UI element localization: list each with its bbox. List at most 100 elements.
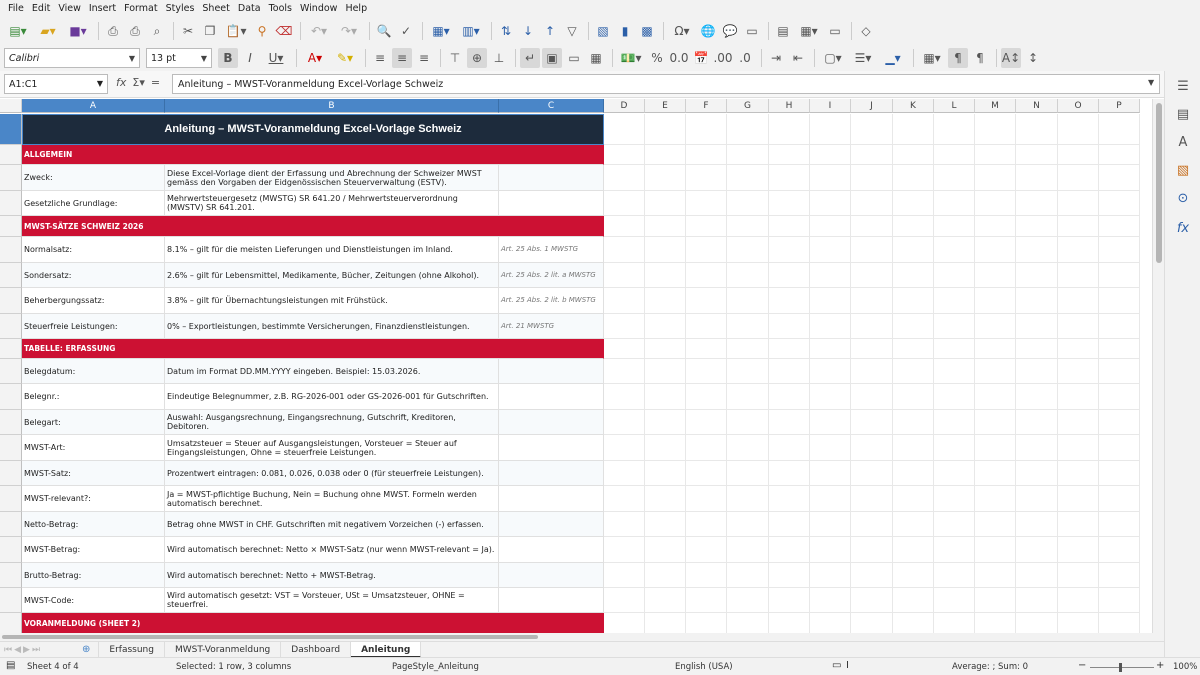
empty-cell[interactable]	[727, 191, 769, 216]
empty-cell[interactable]	[810, 588, 851, 613]
empty-cell[interactable]	[645, 461, 686, 486]
empty-cell[interactable]	[604, 563, 645, 588]
empty-cell[interactable]	[934, 563, 975, 588]
row-header-12[interactable]	[0, 384, 22, 410]
empty-cell[interactable]	[769, 145, 810, 165]
spellcheck-icon[interactable]: ✓	[396, 21, 416, 41]
hamburger-menu-icon[interactable]: ☰	[1174, 79, 1192, 97]
empty-cell[interactable]	[686, 288, 727, 314]
description-cell[interactable]: Ja = MWST-pflichtige Buchung, Nein = Buc…	[165, 486, 499, 512]
description-cell[interactable]: 3.8% – gilt für Übernachtungsleistungen …	[165, 288, 499, 314]
empty-cell[interactable]	[934, 613, 975, 633]
empty-cell[interactable]	[975, 314, 1016, 339]
formula-icon[interactable]: =	[151, 76, 160, 89]
empty-cell[interactable]	[727, 435, 769, 461]
empty-cell[interactable]	[769, 314, 810, 339]
empty-cell[interactable]	[893, 114, 934, 145]
column-header-n[interactable]: N	[1016, 99, 1058, 113]
redo-icon[interactable]: ↷▾	[335, 21, 363, 41]
empty-cell[interactable]	[975, 512, 1016, 537]
empty-cell[interactable]	[686, 237, 727, 263]
empty-cell[interactable]	[645, 237, 686, 263]
reference-cell[interactable]	[499, 588, 604, 613]
empty-cell[interactable]	[1016, 563, 1058, 588]
conditional-format-icon[interactable]: ▦▾	[918, 48, 946, 68]
define-print-area-icon[interactable]: ▤	[773, 21, 793, 41]
row-header-14[interactable]	[0, 435, 22, 461]
empty-cell[interactable]	[893, 384, 934, 410]
empty-cell[interactable]	[604, 314, 645, 339]
label-cell[interactable]: Beherbergungssatz:	[22, 288, 165, 314]
empty-cell[interactable]	[934, 314, 975, 339]
empty-cell[interactable]	[1099, 512, 1140, 537]
empty-cell[interactable]	[686, 588, 727, 613]
empty-cell[interactable]	[810, 339, 851, 359]
column-header-m[interactable]: M	[975, 99, 1016, 113]
row-header-21[interactable]	[0, 613, 22, 633]
horizontal-scrollbar[interactable]	[0, 633, 1164, 641]
row-header-2[interactable]	[0, 145, 22, 165]
column-header-k[interactable]: K	[893, 99, 934, 113]
empty-cell[interactable]	[1099, 237, 1140, 263]
empty-cell[interactable]	[810, 563, 851, 588]
empty-cell[interactable]	[975, 237, 1016, 263]
empty-cell[interactable]	[604, 216, 645, 237]
empty-cell[interactable]	[727, 588, 769, 613]
zoom-out-icon[interactable]: −	[1078, 660, 1086, 671]
empty-cell[interactable]	[604, 165, 645, 191]
empty-cell[interactable]	[934, 339, 975, 359]
empty-cell[interactable]	[893, 263, 934, 288]
empty-cell[interactable]	[1016, 191, 1058, 216]
empty-cell[interactable]	[934, 237, 975, 263]
print-icon[interactable]: ⎙	[125, 21, 145, 41]
empty-cell[interactable]	[1058, 486, 1099, 512]
empty-cell[interactable]	[645, 263, 686, 288]
empty-cell[interactable]	[1058, 588, 1099, 613]
empty-cell[interactable]	[604, 114, 645, 145]
empty-cell[interactable]	[975, 537, 1016, 563]
empty-cell[interactable]	[645, 165, 686, 191]
menu-format[interactable]: Format	[120, 3, 161, 14]
empty-cell[interactable]	[893, 563, 934, 588]
empty-cell[interactable]	[975, 486, 1016, 512]
empty-cell[interactable]	[810, 461, 851, 486]
empty-cell[interactable]	[893, 165, 934, 191]
label-cell[interactable]: Gesetzliche Grundlage:	[22, 191, 165, 216]
align-middle-icon[interactable]: ⊕	[467, 48, 487, 68]
empty-cell[interactable]	[810, 288, 851, 314]
horizontal-scroll-thumb[interactable]	[2, 635, 538, 639]
empty-cell[interactable]	[893, 613, 934, 633]
description-cell[interactable]: 8.1% – gilt für die meisten Lieferungen …	[165, 237, 499, 263]
sum-icon[interactable]: Σ▾	[132, 76, 144, 89]
empty-cell[interactable]	[810, 314, 851, 339]
empty-cell[interactable]	[769, 288, 810, 314]
empty-cell[interactable]	[604, 537, 645, 563]
empty-cell[interactable]	[893, 216, 934, 237]
description-cell[interactable]: Eindeutige Belegnummer, z.B. RG-2026-001…	[165, 384, 499, 410]
number-format-icon[interactable]: 0.0	[669, 48, 689, 68]
zoom-in-icon[interactable]: +	[1156, 660, 1164, 671]
empty-cell[interactable]	[769, 114, 810, 145]
print-preview-icon[interactable]: ⌕	[147, 21, 167, 41]
menu-tools[interactable]: Tools	[265, 3, 296, 14]
empty-cell[interactable]	[810, 237, 851, 263]
gallery-icon[interactable]: ▧	[1174, 163, 1192, 181]
empty-cell[interactable]	[851, 191, 893, 216]
empty-cell[interactable]	[645, 359, 686, 384]
empty-cell[interactable]	[810, 435, 851, 461]
description-cell[interactable]: Prozentwert eintragen: 0.081, 0.026, 0.0…	[165, 461, 499, 486]
empty-cell[interactable]	[851, 237, 893, 263]
empty-cell[interactable]	[975, 410, 1016, 435]
empty-cell[interactable]	[1016, 145, 1058, 165]
empty-cell[interactable]	[893, 512, 934, 537]
column-header-i[interactable]: I	[810, 99, 851, 113]
empty-cell[interactable]	[975, 384, 1016, 410]
freeze-rows-columns-icon[interactable]: ▦▾	[795, 21, 823, 41]
empty-cell[interactable]	[1016, 288, 1058, 314]
prev-sheet-icon[interactable]: ◀	[14, 645, 21, 655]
empty-cell[interactable]	[645, 216, 686, 237]
empty-cell[interactable]	[1058, 165, 1099, 191]
row-header-20[interactable]	[0, 588, 22, 613]
empty-cell[interactable]	[727, 288, 769, 314]
empty-cell[interactable]	[769, 263, 810, 288]
